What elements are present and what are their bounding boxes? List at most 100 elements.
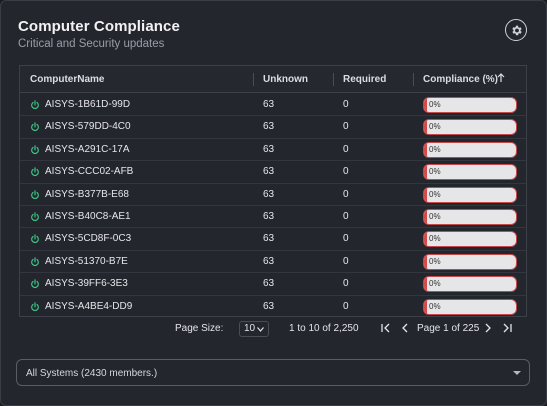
compliance-bar: 0% bbox=[423, 209, 517, 225]
compliance-table: ComputerName Unknown Required Compliance… bbox=[19, 65, 527, 317]
power-icon bbox=[31, 122, 39, 132]
computer-name: AISYS-39FF6-3E3 bbox=[45, 278, 128, 290]
computer-name: AISYS-A4BE4-DD9 bbox=[45, 300, 133, 312]
compliance-value: 0% bbox=[429, 234, 441, 244]
compliance-value: 0% bbox=[429, 256, 441, 266]
table-row[interactable]: AISYS-5CD8F-0C3 63 0 0% bbox=[20, 228, 526, 251]
arrow-up-icon[interactable] bbox=[497, 66, 505, 92]
required-count: 0 bbox=[343, 166, 349, 178]
table-row[interactable]: AISYS-A4BE4-DD9 63 0 0% bbox=[20, 296, 526, 316]
power-icon bbox=[31, 279, 39, 289]
required-count: 0 bbox=[343, 99, 349, 110]
required-count: 0 bbox=[343, 188, 349, 200]
required-count: 0 bbox=[343, 300, 349, 312]
compliance-value: 0% bbox=[429, 301, 441, 311]
compliance-bar-fill bbox=[424, 120, 427, 135]
column-separator[interactable] bbox=[253, 73, 254, 86]
compliance-value: 0% bbox=[429, 189, 441, 199]
power-icon bbox=[31, 212, 39, 221]
required-count: 0 bbox=[343, 121, 349, 133]
power-icon bbox=[31, 189, 39, 199]
unknown-count: 63 bbox=[263, 278, 275, 290]
unknown-count: 63 bbox=[263, 255, 275, 267]
computer-name: AISYS-CCC02-AFB bbox=[45, 166, 134, 178]
compliance-bar-fill bbox=[424, 210, 427, 224]
panel-subtitle: Critical and Security updates bbox=[18, 38, 165, 50]
table-header: ComputerName Unknown Required Compliance… bbox=[20, 66, 526, 93]
computer-compliance-panel: Computer Compliance Critical and Securit… bbox=[0, 0, 547, 406]
compliance-bar-fill bbox=[424, 277, 427, 292]
page-size-value: 10 bbox=[244, 323, 256, 334]
table-row[interactable]: AISYS-CCC02-AFB 63 0 0% bbox=[20, 161, 526, 184]
compliance-bar-fill bbox=[424, 299, 427, 314]
compliance-bar: 0% bbox=[423, 186, 517, 203]
required-count: 0 bbox=[343, 143, 349, 155]
compliance-value: 0% bbox=[429, 167, 441, 177]
compliance-bar-fill bbox=[424, 98, 427, 112]
system-group-label: All Systems (2430 members.) bbox=[26, 368, 158, 379]
computer-name: AISYS-B377B-E68 bbox=[45, 188, 129, 200]
compliance-value: 0% bbox=[429, 212, 441, 221]
required-count: 0 bbox=[343, 233, 349, 245]
compliance-bar-fill bbox=[424, 142, 427, 157]
power-icon bbox=[31, 301, 39, 311]
system-group-select[interactable]: All Systems (2430 members.) bbox=[16, 359, 530, 386]
computer-name: AISYS-51370-B7E bbox=[45, 255, 128, 267]
table-row[interactable]: AISYS-51370-B7E 63 0 0% bbox=[20, 251, 526, 274]
compliance-bar: 0% bbox=[423, 119, 517, 136]
compliance-bar: 0% bbox=[423, 298, 517, 315]
compliance-value: 0% bbox=[429, 144, 441, 154]
next-page-icon[interactable] bbox=[482, 321, 494, 335]
computer-name: AISYS-B40C8-AE1 bbox=[45, 211, 131, 222]
unknown-count: 63 bbox=[263, 233, 275, 245]
table-row[interactable]: AISYS-B377B-E68 63 0 0% bbox=[20, 184, 526, 206]
page-size-select[interactable]: 10 bbox=[239, 321, 269, 337]
unknown-count: 63 bbox=[263, 166, 275, 178]
last-page-icon[interactable] bbox=[501, 321, 513, 335]
compliance-bar-fill bbox=[424, 232, 427, 247]
required-count: 0 bbox=[343, 255, 349, 267]
page-size-label: Page Size: bbox=[175, 323, 224, 334]
power-icon bbox=[31, 257, 39, 266]
table-row[interactable]: AISYS-A291C-17A 63 0 0% bbox=[20, 139, 526, 162]
computer-name: AISYS-579DD-4C0 bbox=[45, 121, 131, 133]
table-row[interactable]: AISYS-B40C8-AE1 63 0 0% bbox=[20, 206, 526, 229]
caret-down-icon bbox=[513, 371, 521, 375]
table-row[interactable]: AISYS-579DD-4C0 63 0 0% bbox=[20, 116, 526, 139]
unknown-count: 63 bbox=[263, 99, 275, 110]
compliance-value: 0% bbox=[429, 100, 441, 109]
power-icon bbox=[31, 234, 39, 244]
table-row[interactable]: AISYS-1B61D-99D 63 0 0% bbox=[20, 94, 526, 117]
unknown-count: 63 bbox=[263, 300, 275, 312]
compliance-bar: 0% bbox=[423, 231, 517, 248]
page-indicator: Page 1 of 225 bbox=[417, 323, 480, 334]
compliance-value: 0% bbox=[429, 279, 441, 289]
column-header-unknown[interactable]: Unknown bbox=[263, 66, 308, 93]
first-page-icon[interactable] bbox=[380, 321, 392, 335]
unknown-count: 63 bbox=[263, 121, 275, 133]
chevron-down-icon bbox=[257, 327, 264, 332]
column-separator[interactable] bbox=[333, 73, 334, 86]
page-range-text: 1 to 10 of 2,250 bbox=[289, 323, 359, 334]
previous-page-icon[interactable] bbox=[399, 321, 411, 335]
computer-name: AISYS-1B61D-99D bbox=[45, 99, 131, 110]
column-header-required[interactable]: Required bbox=[343, 66, 386, 93]
unknown-count: 63 bbox=[263, 143, 275, 155]
compliance-bar: 0% bbox=[423, 276, 517, 293]
power-icon bbox=[31, 100, 39, 109]
power-icon bbox=[31, 167, 39, 177]
computer-name: AISYS-A291C-17A bbox=[45, 143, 130, 155]
panel-title: Computer Compliance bbox=[18, 18, 180, 35]
compliance-bar: 0% bbox=[423, 97, 517, 113]
required-count: 0 bbox=[343, 278, 349, 290]
column-header-compliance[interactable]: Compliance (%) bbox=[423, 66, 498, 93]
compliance-bar: 0% bbox=[423, 164, 517, 181]
unknown-count: 63 bbox=[263, 188, 275, 200]
required-count: 0 bbox=[343, 211, 349, 222]
gear-icon[interactable] bbox=[505, 19, 527, 41]
compliance-bar-fill bbox=[424, 187, 427, 202]
column-header-computername[interactable]: ComputerName bbox=[30, 66, 104, 93]
table-row[interactable]: AISYS-39FF6-3E3 63 0 0% bbox=[20, 273, 526, 296]
power-icon bbox=[31, 145, 39, 154]
column-separator[interactable] bbox=[413, 73, 414, 86]
